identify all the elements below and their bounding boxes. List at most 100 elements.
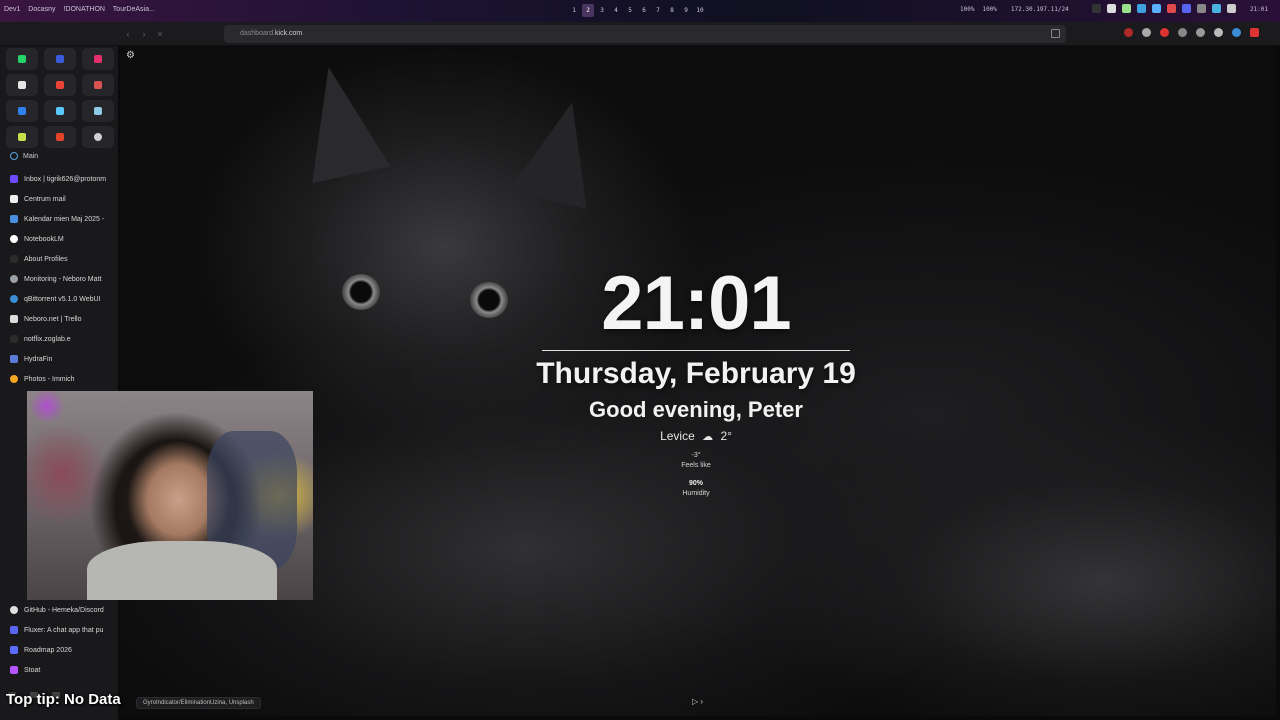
pinned-site[interactable] xyxy=(44,74,76,96)
workspace-switcher: 1 2 3 4 5 6 7 8 9 10 xyxy=(568,4,706,17)
forward-button[interactable]: › xyxy=(138,28,150,40)
extension-icon[interactable] xyxy=(1178,28,1187,37)
tab-item[interactable]: Centrum mail xyxy=(4,189,116,209)
tab-label: Roadmap 2026 xyxy=(24,646,72,654)
workspace-10[interactable]: 10 xyxy=(694,4,706,17)
tab-label: Inbox | tigrik626@protonm xyxy=(24,175,107,183)
discord-icon[interactable] xyxy=(1182,4,1191,13)
workspace-3[interactable]: 3 xyxy=(596,4,608,17)
url-host: kick.com xyxy=(275,30,303,37)
notes-icon xyxy=(18,133,26,141)
window-title-part: !DONATHON xyxy=(63,6,105,13)
extension-icon[interactable] xyxy=(1142,28,1151,37)
workspace-9[interactable]: 9 xyxy=(680,4,692,17)
app-icon[interactable] xyxy=(1137,4,1146,13)
tab-item[interactable]: HydraFin xyxy=(4,349,116,369)
app-icon[interactable] xyxy=(1197,4,1206,13)
favicon-icon xyxy=(10,646,18,654)
favicon-icon xyxy=(10,315,18,323)
workspace-2[interactable]: 2 xyxy=(582,4,594,17)
app-icon[interactable] xyxy=(1122,4,1131,13)
extension-icon[interactable] xyxy=(1196,28,1205,37)
pinned-site[interactable] xyxy=(82,74,114,96)
reader-mode-icon[interactable] xyxy=(1051,29,1060,38)
back-button[interactable]: ‹ xyxy=(122,28,134,40)
favicon-icon xyxy=(10,375,18,383)
volume-level[interactable]: 100% xyxy=(960,6,974,13)
pinned-site[interactable] xyxy=(82,100,114,122)
ublock-icon[interactable] xyxy=(1124,28,1133,37)
workspace-8[interactable]: 8 xyxy=(666,4,678,17)
pinned-site[interactable] xyxy=(44,100,76,122)
weather-location: Levice xyxy=(660,429,695,443)
workspace-4[interactable]: 4 xyxy=(610,4,622,17)
pinned-site[interactable] xyxy=(82,126,114,148)
address-bar[interactable]: dashboard.kick.com xyxy=(224,25,1066,43)
app-icon[interactable] xyxy=(1167,4,1176,13)
tab-item[interactable]: NotebookLM xyxy=(4,229,116,249)
divider xyxy=(542,350,850,351)
tab-item[interactable]: Stoat xyxy=(4,660,116,680)
favicon-icon xyxy=(10,606,18,614)
tab-label: Centrum mail xyxy=(24,195,66,203)
tab-item[interactable]: Fluxer: A chat app that pu xyxy=(4,620,116,640)
workspace-1[interactable]: 1 xyxy=(568,4,580,17)
favicon-icon xyxy=(10,666,18,674)
favicon-icon xyxy=(10,235,18,243)
tab-item[interactable]: Photos - Immich xyxy=(4,369,116,389)
favicon-icon xyxy=(10,295,18,303)
favicon-icon xyxy=(10,175,18,183)
favicon-icon xyxy=(10,255,18,263)
tab-label: Monitoring - Neboro Matt xyxy=(24,275,102,283)
tab-item[interactable]: Monitoring - Neboro Matt xyxy=(4,269,116,289)
browser-toolbar: ‹ › × dashboard.kick.com xyxy=(0,22,1280,46)
gmail-icon xyxy=(94,81,102,89)
pinned-site[interactable] xyxy=(6,48,38,70)
tab-item[interactable]: Roadmap 2026 xyxy=(4,640,116,660)
window-title-part: Dev1 xyxy=(4,6,21,13)
github-icon xyxy=(94,133,102,141)
pinned-site[interactable] xyxy=(44,126,76,148)
close-icon[interactable]: × xyxy=(154,28,166,40)
tab-item[interactable]: GitHub - Hemeka/Discord xyxy=(4,600,116,620)
favicon-icon xyxy=(10,626,18,634)
phone-icon[interactable] xyxy=(1107,4,1116,13)
play-icon[interactable] xyxy=(1092,4,1101,13)
pinned-site[interactable] xyxy=(6,74,38,96)
extensions-row xyxy=(1124,28,1259,37)
speaker-icon[interactable] xyxy=(1214,28,1223,37)
tab-label: notflix.zoglab.e xyxy=(24,335,71,343)
gear-icon[interactable]: ⚙ xyxy=(126,51,136,61)
system-clock[interactable]: 21:01 xyxy=(1250,6,1268,13)
favicon-icon xyxy=(10,275,18,283)
message-icon xyxy=(94,107,102,115)
media-controls[interactable]: ▷ › xyxy=(692,697,703,706)
webcam-overlay xyxy=(27,391,313,600)
extension-icon[interactable] xyxy=(1250,28,1259,37)
tab-item[interactable]: Kalendar mien Maj 2025 - xyxy=(4,209,116,229)
send-icon[interactable] xyxy=(1152,4,1161,13)
workspace-label[interactable]: Main xyxy=(10,152,38,160)
pinned-site[interactable] xyxy=(6,100,38,122)
pinned-site[interactable] xyxy=(44,48,76,70)
mic-level[interactable]: 100% xyxy=(982,6,996,13)
app-icon[interactable] xyxy=(1227,4,1236,13)
system-tray xyxy=(1092,4,1236,13)
workspace-5[interactable]: 5 xyxy=(624,4,636,17)
pinned-site[interactable] xyxy=(82,48,114,70)
tab-list: Inbox | tigrik626@protonm Centrum mail K… xyxy=(4,169,116,389)
tab-item[interactable]: notflix.zoglab.e xyxy=(4,329,116,349)
workspace-7[interactable]: 7 xyxy=(652,4,664,17)
workspace-6[interactable]: 6 xyxy=(638,4,650,17)
photo-credit[interactable]: GyroIndicator/EliminationUzina, Unsplash xyxy=(136,697,261,709)
globe-icon xyxy=(10,152,18,160)
translate-icon[interactable] xyxy=(1232,28,1241,37)
pinned-site[interactable] xyxy=(6,126,38,148)
tab-item[interactable]: Neboro.net | Trello xyxy=(4,309,116,329)
tab-item[interactable]: Inbox | tigrik626@protonm xyxy=(4,169,116,189)
tab-item[interactable]: qBittorrent v5.1.0 WebUI xyxy=(4,289,116,309)
extension-icon[interactable] xyxy=(1160,28,1169,37)
app-icon[interactable] xyxy=(1212,4,1221,13)
tab-label: Neboro.net | Trello xyxy=(24,315,82,323)
tab-item[interactable]: About Profiles xyxy=(4,249,116,269)
